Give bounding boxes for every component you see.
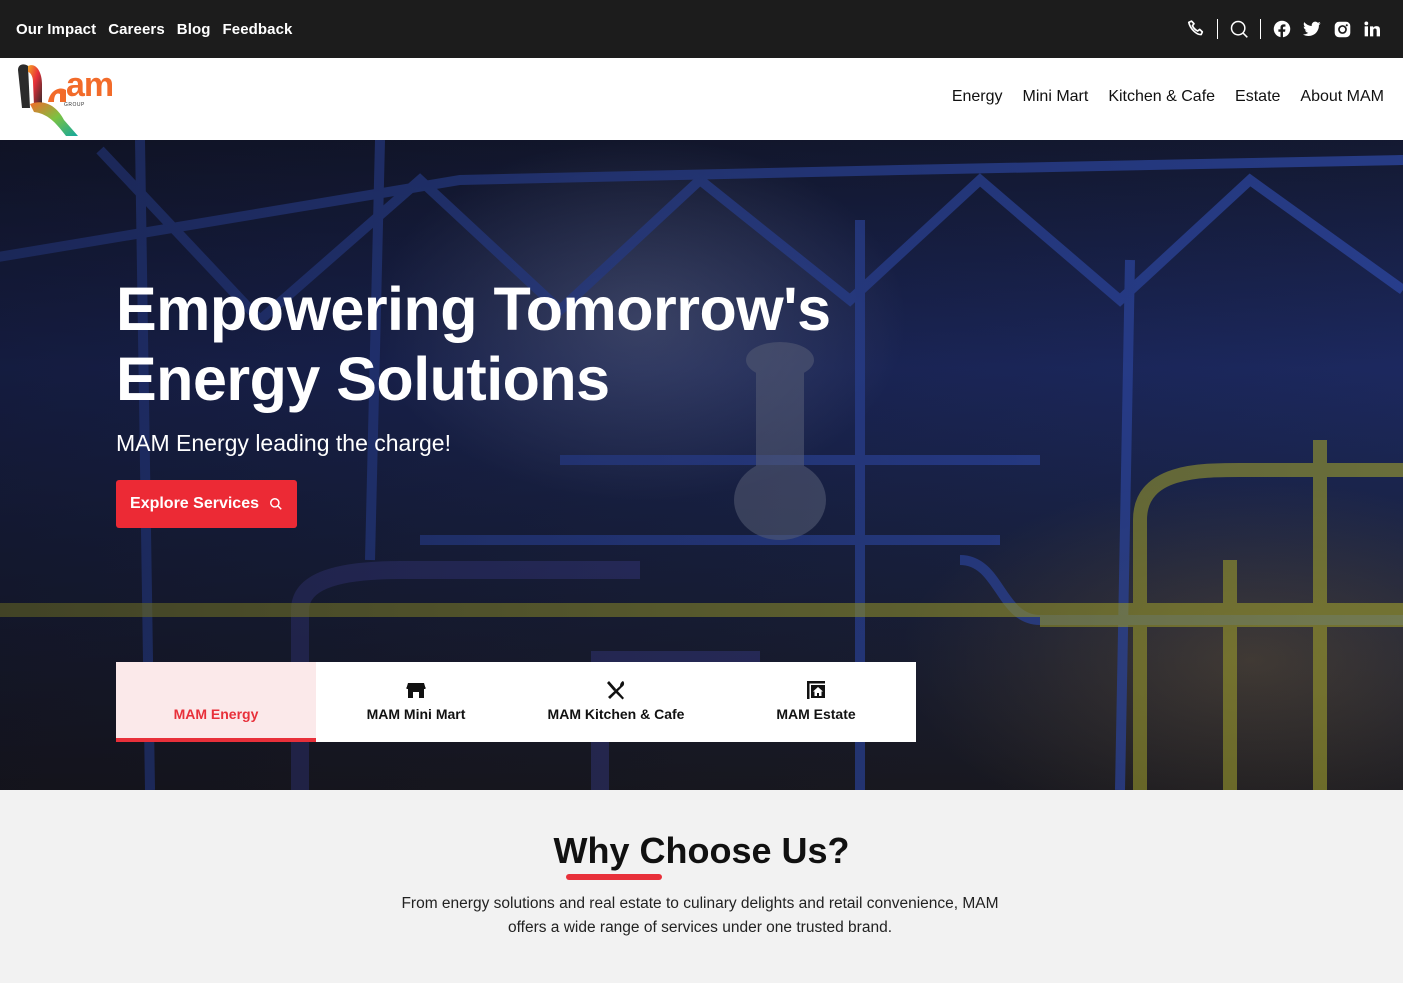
search-icon[interactable] [1224, 17, 1254, 41]
why-choose-us-section: Why Choose Us? From energy solutions and… [0, 790, 1403, 983]
top-links: Our Impact Careers Blog Feedback [16, 21, 293, 38]
explore-services-label: Explore Services [130, 495, 259, 512]
divider [1260, 19, 1261, 39]
top-link-blog[interactable]: Blog [177, 21, 211, 38]
mam-logo[interactable]: am GROUP [16, 62, 128, 136]
tab-label: MAM Energy [173, 706, 259, 722]
tab-label: MAM Kitchen & Cafe [547, 706, 685, 722]
logo-subtext: GROUP [64, 102, 85, 108]
explore-services-button[interactable]: Explore Services [116, 480, 297, 528]
instagram-icon[interactable] [1327, 17, 1357, 41]
tab-mam-mini-mart[interactable]: MAM Mini Mart [316, 662, 516, 742]
linkedin-icon[interactable] [1357, 17, 1387, 41]
hero-title: Empowering Tomorrow's Energy Solutions [116, 275, 831, 413]
tab-label: MAM Estate [776, 706, 856, 722]
tab-mam-estate[interactable]: MAM Estate [716, 662, 916, 742]
top-link-our-impact[interactable]: Our Impact [16, 21, 96, 38]
tab-mam-energy[interactable]: MAM Energy [116, 662, 316, 742]
search-icon [270, 498, 282, 510]
estate-icon [806, 680, 826, 700]
service-tabs: MAM Energy MAM Mini Mart MAM Kitchen & C… [116, 662, 916, 742]
hero-section: Empowering Tomorrow's Energy Solutions M… [0, 140, 1403, 790]
logo-wordmark: am [66, 66, 114, 104]
store-icon [406, 680, 426, 700]
twitter-icon[interactable] [1297, 17, 1327, 41]
nav-energy[interactable]: Energy [952, 88, 1003, 106]
section-title: Why Choose Us? [553, 830, 850, 871]
main-nav: Energy Mini Mart Kitchen & Cafe Estate A… [952, 88, 1384, 106]
facebook-icon[interactable] [1267, 17, 1297, 41]
section-description: From energy solutions and real estate to… [401, 895, 999, 936]
top-link-feedback[interactable]: Feedback [223, 21, 293, 38]
nav-mini-mart[interactable]: Mini Mart [1023, 88, 1089, 106]
top-bar: Our Impact Careers Blog Feedback [0, 0, 1403, 58]
top-icons [1181, 17, 1387, 41]
top-link-careers[interactable]: Careers [108, 21, 165, 38]
tab-mam-kitchen-cafe[interactable]: MAM Kitchen & Cafe [516, 662, 716, 742]
hero-subtitle: MAM Energy leading the charge! [116, 430, 451, 456]
phone-icon[interactable] [1181, 17, 1211, 41]
utensils-icon [606, 680, 626, 700]
tab-label: MAM Mini Mart [366, 706, 466, 722]
nav-about-mam[interactable]: About MAM [1300, 88, 1384, 106]
title-underline [566, 874, 662, 880]
site-header: am GROUP Energy Mini Mart Kitchen & Cafe… [0, 58, 1403, 140]
nav-kitchen-cafe[interactable]: Kitchen & Cafe [1108, 88, 1215, 106]
divider [1217, 19, 1218, 39]
nav-estate[interactable]: Estate [1235, 88, 1280, 106]
